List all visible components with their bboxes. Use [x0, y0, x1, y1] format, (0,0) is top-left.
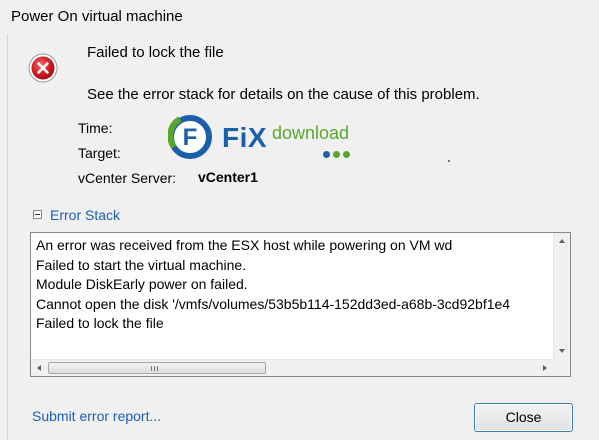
vcenter-value: vCenter1	[198, 169, 258, 185]
watermark-letter: F	[183, 124, 198, 151]
stack-line: Module DiskEarly power on failed.	[36, 276, 248, 292]
error-description: See the error stack for details on the c…	[87, 86, 480, 103]
scroll-up-arrow-icon[interactable]	[559, 239, 565, 243]
close-button[interactable]: Close	[474, 403, 573, 432]
stack-line: Failed to start the virtual machine.	[36, 256, 247, 273]
stack-line: Failed to lock the file	[36, 315, 164, 331]
error-stack-label: Error Stack	[50, 207, 121, 223]
error-icon	[28, 53, 58, 83]
submit-error-report-link[interactable]: Submit error report...	[32, 408, 161, 424]
vcenter-label: vCenter Server:	[78, 170, 177, 186]
horizontal-scroll-thumb[interactable]	[48, 362, 266, 374]
scroll-down-arrow-icon[interactable]	[559, 349, 565, 353]
window-title: Power On virtual machine	[11, 8, 183, 25]
scroll-right-arrow-icon[interactable]	[543, 365, 547, 371]
time-label: Time:	[78, 120, 113, 136]
watermark-logo: F FiX download	[168, 113, 368, 165]
error-stack-toggle[interactable]: Error Stack	[33, 207, 143, 225]
horizontal-scrollbar[interactable]	[31, 359, 553, 376]
error-stack-lines: An error was received from the ESX host …	[36, 236, 551, 334]
watermark-word: FiX	[222, 122, 268, 153]
scroll-left-arrow-icon[interactable]	[37, 365, 41, 371]
title-bar: Power On virtual machine	[0, 0, 599, 34]
stack-line: An error was received from the ESX host …	[36, 237, 453, 253]
error-message: Failed to lock the file	[87, 44, 224, 61]
scrollbar-corner	[553, 359, 570, 376]
error-stack-box[interactable]: An error was received from the ESX host …	[30, 232, 571, 377]
vertical-scrollbar[interactable]	[553, 233, 570, 359]
stray-mark	[448, 160, 450, 162]
watermark-sub: download	[272, 123, 350, 143]
stack-line: Cannot open the disk '/vmfs/volumes/53b5…	[36, 295, 511, 312]
watermark-badge-icon: F	[168, 115, 212, 159]
watermark-dots	[323, 145, 353, 163]
collapse-minus-icon[interactable]	[33, 210, 42, 219]
target-label: Target:	[78, 145, 121, 161]
